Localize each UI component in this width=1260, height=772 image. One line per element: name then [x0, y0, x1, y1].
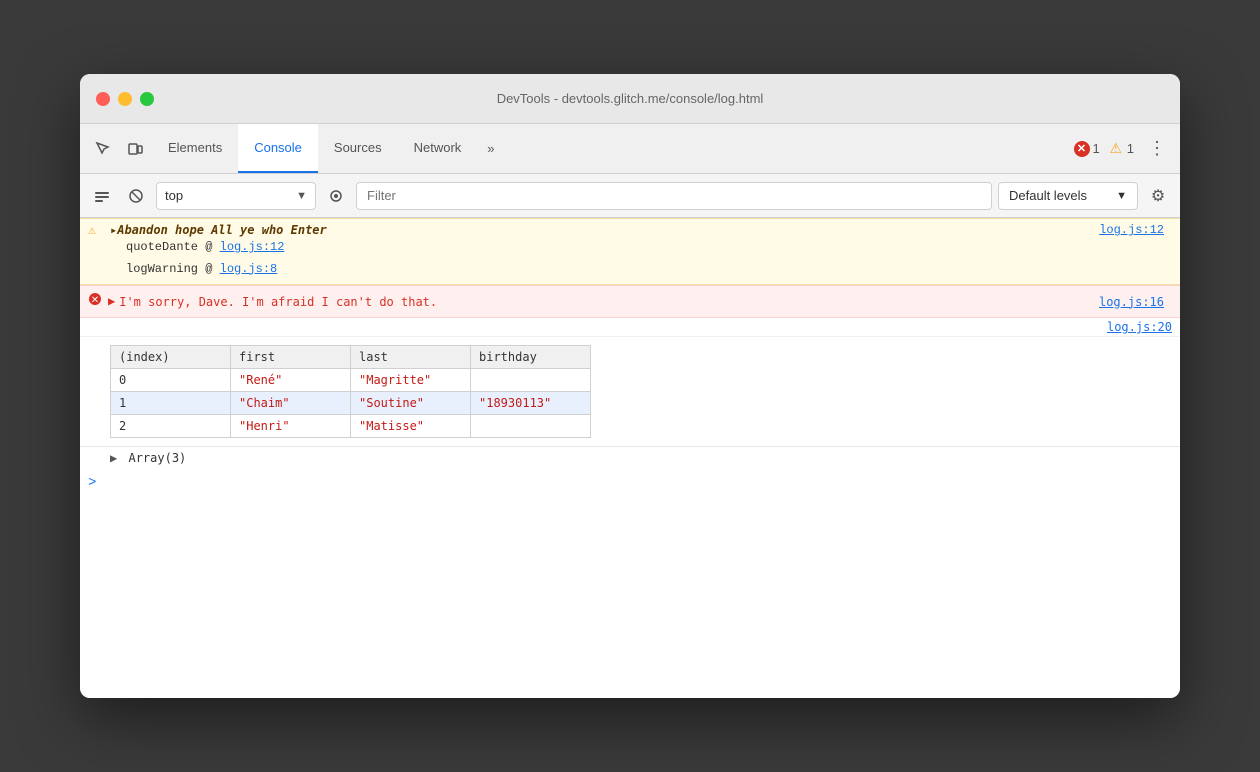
table-entry: (index) first last birthday 0 "René" "Ma…: [80, 337, 1180, 447]
devtools-menu-button[interactable]: ⋮: [1142, 134, 1172, 164]
minimize-button[interactable]: [118, 92, 132, 106]
table-body: 0 "René" "Magritte" 1 "Chaim" "Soutine" …: [111, 369, 591, 438]
devtools-tab-bar: Elements Console Sources Network » ✕ 1 ⚠: [80, 124, 1180, 174]
error-entry-icon: ✕: [88, 292, 102, 311]
window-title: DevTools - devtools.glitch.me/console/lo…: [497, 91, 764, 106]
table-row: 1 "Chaim" "Soutine" "18930113": [111, 392, 591, 415]
tab-list: Elements Console Sources Network »: [152, 124, 1074, 173]
error-entry: ✕ ▶ I'm sorry, Dave. I'm afraid I can't …: [80, 285, 1180, 318]
prompt-line: >: [80, 469, 1180, 497]
tab-right-area: ✕ 1 ⚠ 1 ⋮: [1074, 134, 1172, 164]
stack-line1-link[interactable]: log.js:12: [220, 240, 285, 254]
svg-text:✕: ✕: [91, 295, 99, 306]
warning-ref-link[interactable]: log.js:12: [1099, 223, 1164, 237]
array-line[interactable]: ▶ Array(3): [80, 447, 1180, 469]
prompt-symbol: >: [88, 475, 96, 491]
warning-badge: ⚠ 1: [1108, 141, 1134, 157]
stop-button[interactable]: [122, 182, 150, 210]
cell-2-last: "Matisse": [351, 415, 471, 438]
inspect-element-button[interactable]: [88, 134, 118, 164]
console-table: (index) first last birthday 0 "René" "Ma…: [110, 345, 591, 438]
cell-1-index: 1: [111, 392, 231, 415]
devtools-window: DevTools - devtools.glitch.me/console/lo…: [80, 74, 1180, 698]
tab-console[interactable]: Console: [238, 124, 318, 173]
cell-0-first: "René": [231, 369, 351, 392]
col-last: last: [351, 346, 471, 369]
clear-console-button[interactable]: [88, 182, 116, 210]
maximize-button[interactable]: [140, 92, 154, 106]
error-expand-icon[interactable]: ▶: [108, 294, 115, 309]
warning-icon: ⚠: [1108, 141, 1124, 157]
warning-message: ▸Abandon hope All ye who Enter: [110, 223, 327, 237]
cell-2-index: 2: [111, 415, 231, 438]
tab-sources[interactable]: Sources: [318, 124, 398, 173]
cell-0-birthday: [471, 369, 591, 392]
log-level-selector[interactable]: Default levels ▼: [998, 182, 1138, 210]
console-output: ⚠ ▸Abandon hope All ye who Enter log.js:…: [80, 218, 1180, 698]
array-expand-icon: ▶: [110, 451, 117, 465]
error-badge: ✕ 1: [1074, 141, 1100, 157]
cell-1-first: "Chaim": [231, 392, 351, 415]
preserve-log-button[interactable]: [322, 182, 350, 210]
warning-entry-icon: ⚠: [88, 223, 96, 238]
array-label: Array(3): [128, 451, 186, 465]
table-ref-link[interactable]: log.js:20: [1099, 318, 1180, 336]
traffic-lights: [96, 92, 154, 106]
table-row: 2 "Henri" "Matisse": [111, 415, 591, 438]
cell-0-index: 0: [111, 369, 231, 392]
tab-overflow-button[interactable]: »: [477, 124, 504, 173]
cell-2-birthday: [471, 415, 591, 438]
console-settings-button[interactable]: ⚙: [1144, 182, 1172, 210]
error-message: I'm sorry, Dave. I'm afraid I can't do t…: [119, 295, 1099, 309]
error-ref-link[interactable]: log.js:16: [1099, 295, 1164, 309]
console-toolbar: top ▼ Default levels ▼ ⚙: [80, 174, 1180, 218]
cell-0-last: "Magritte": [351, 369, 471, 392]
context-selector[interactable]: top ▼: [156, 182, 316, 210]
table-header-row: (index) first last birthday: [111, 346, 591, 369]
error-icon: ✕: [1074, 141, 1090, 157]
tab-network[interactable]: Network: [398, 124, 478, 173]
title-bar: DevTools - devtools.glitch.me/console/lo…: [80, 74, 1180, 124]
device-toolbar-button[interactable]: [120, 134, 150, 164]
filter-input[interactable]: [356, 182, 992, 210]
close-button[interactable]: [96, 92, 110, 106]
cell-2-first: "Henri": [231, 415, 351, 438]
col-first: first: [231, 346, 351, 369]
table-row: 0 "René" "Magritte": [111, 369, 591, 392]
warning-stack: quoteDante @ log.js:12 logWarning @ log.…: [110, 237, 1172, 280]
level-arrow: ▼: [1116, 190, 1127, 202]
table-ref-line: log.js:20: [80, 318, 1180, 337]
cell-1-birthday: "18930113": [471, 392, 591, 415]
warning-entry: ⚠ ▸Abandon hope All ye who Enter log.js:…: [80, 218, 1180, 285]
col-index: (index): [111, 346, 231, 369]
stack-line-1: quoteDante @ log.js:12: [126, 237, 1172, 259]
stack-line-2: logWarning @ log.js:8: [126, 259, 1172, 281]
tab-elements[interactable]: Elements: [152, 124, 238, 173]
stack-line2-link[interactable]: log.js:8: [220, 262, 278, 276]
context-arrow: ▼: [296, 190, 307, 202]
col-birthday: birthday: [471, 346, 591, 369]
cell-1-last: "Soutine": [351, 392, 471, 415]
